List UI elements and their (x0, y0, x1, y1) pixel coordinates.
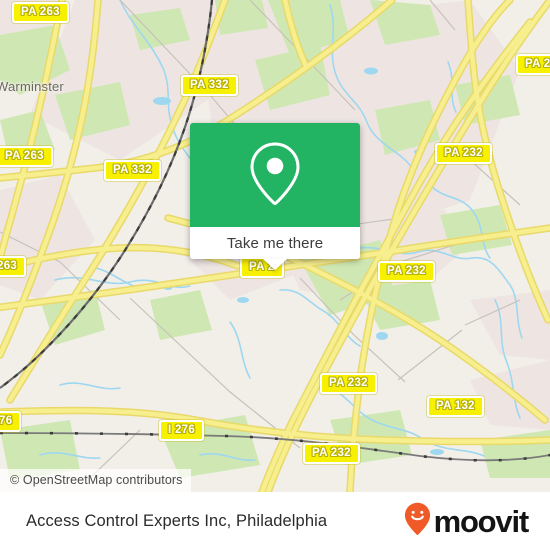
road-shield[interactable]: PA 232 (435, 143, 492, 164)
road-shield[interactable]: PA 23 (516, 54, 550, 75)
map-canvas[interactable]: PA 263 PA 332 PA 232 PA 23 PA 263 PA 332… (0, 0, 550, 492)
footer-bar: Access Control Experts Inc, Philadelphia… (0, 492, 550, 550)
road-shield[interactable]: PA 263 (0, 146, 53, 167)
location-popup-card[interactable]: Take me there (190, 123, 360, 270)
road-shield[interactable]: PA 232 (378, 261, 435, 282)
moovit-map-page: PA 263 PA 332 PA 232 PA 23 PA 263 PA 332… (0, 0, 550, 550)
road-shield[interactable]: PA 232 (303, 443, 360, 464)
page-title: Access Control Experts Inc, Philadelphia (26, 511, 328, 530)
road-shield[interactable]: PA 332 (181, 75, 238, 96)
popup-pin-area (190, 123, 360, 227)
moovit-logo[interactable]: moovit (404, 502, 530, 541)
take-me-there-button[interactable]: Take me there (227, 235, 323, 252)
moovit-smile-pin-icon (404, 502, 431, 541)
road-shield[interactable]: I 276 (159, 420, 205, 441)
road-shield[interactable]: PA 332 (104, 160, 161, 181)
map-attribution[interactable]: © OpenStreetMap contributors (0, 469, 191, 492)
road-shield[interactable]: 76 (0, 411, 22, 432)
popup-tail-pointer (263, 259, 287, 270)
moovit-wordmark: moovit (433, 503, 530, 539)
road-shield[interactable]: PA 132 (427, 396, 484, 417)
popup-cta-area[interactable]: Take me there (190, 227, 360, 270)
road-shield[interactable]: 263 (0, 256, 27, 277)
place-label-warminster: Warminster (0, 79, 64, 94)
location-pin-icon (247, 140, 303, 211)
road-shield[interactable]: PA 232 (320, 373, 377, 394)
road-shield[interactable]: PA 263 (12, 2, 69, 23)
